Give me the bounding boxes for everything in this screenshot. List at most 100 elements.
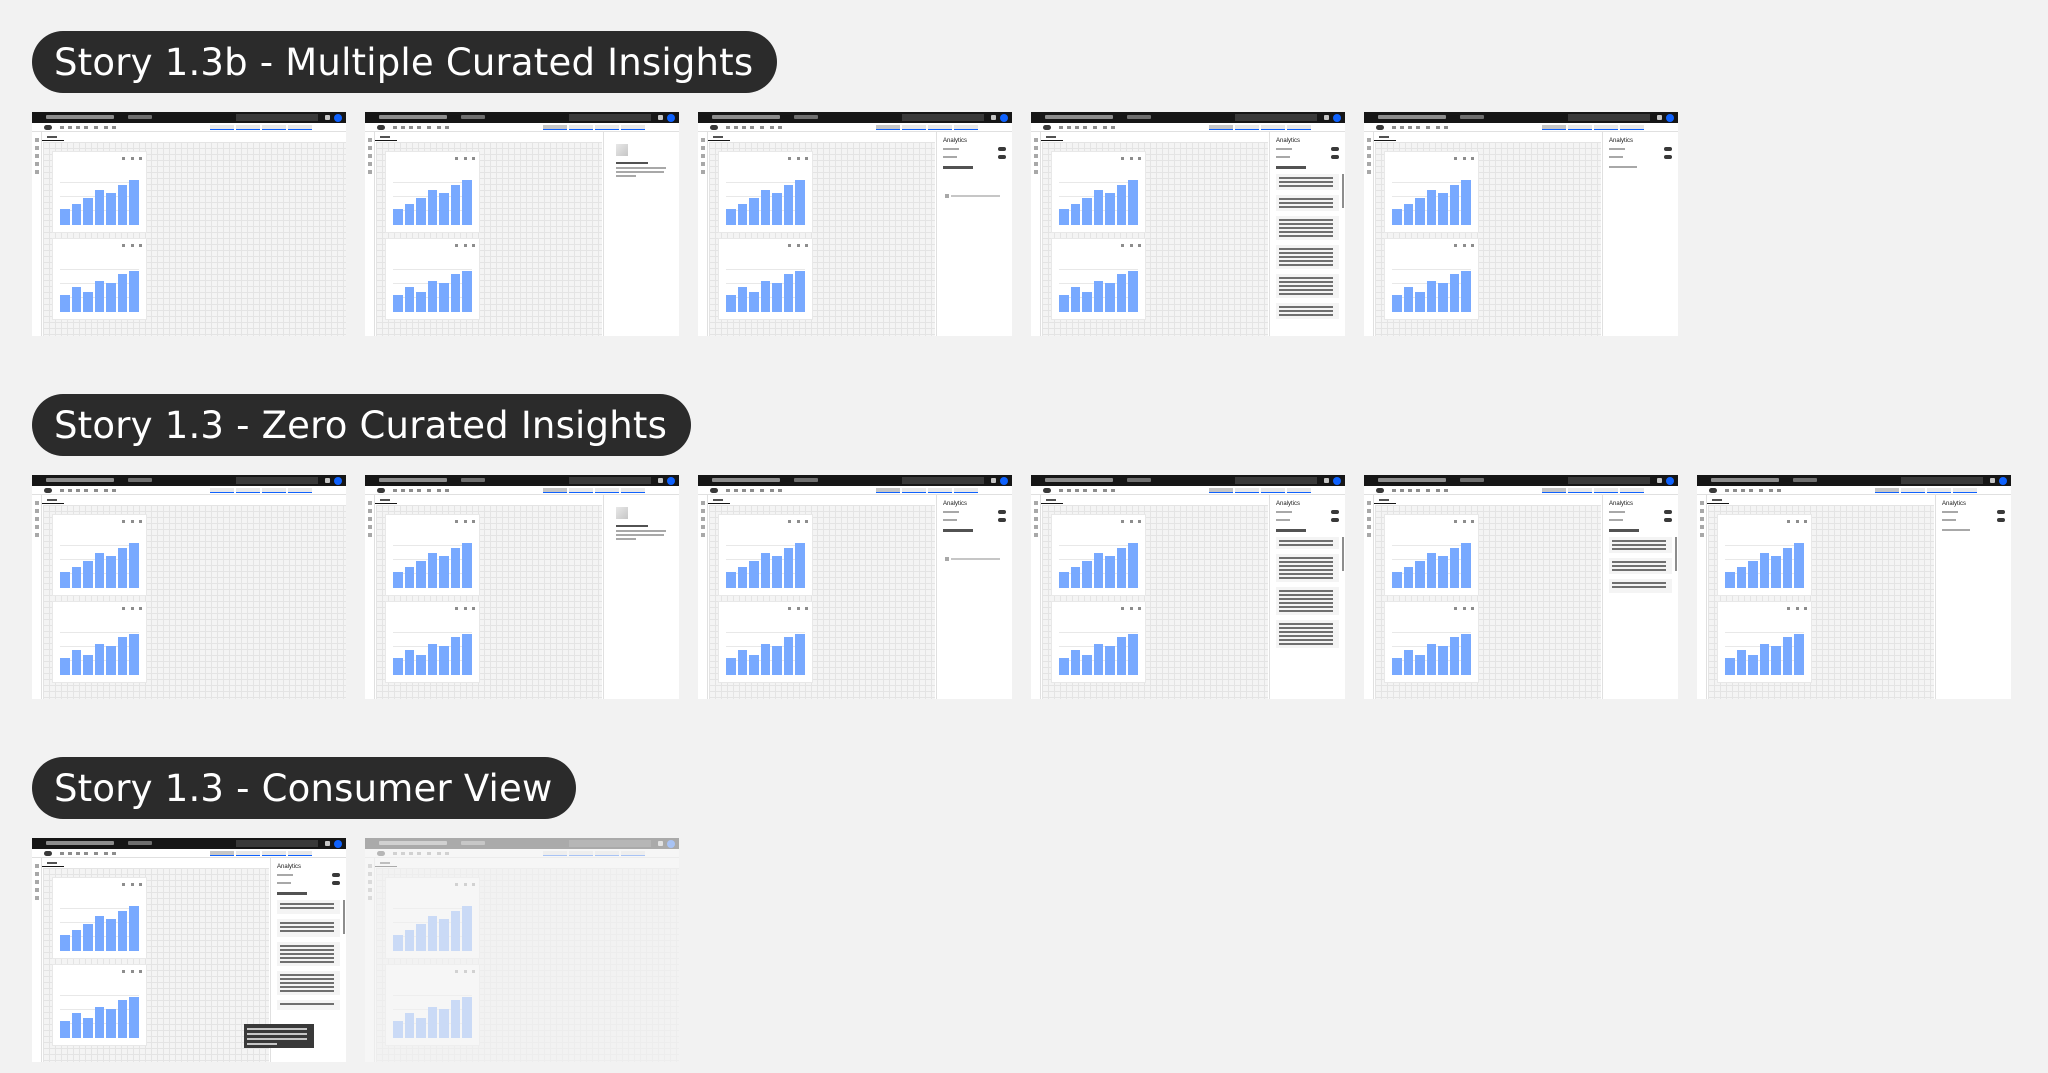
insight-card[interactable] (1276, 174, 1339, 190)
toolbar-tab[interactable] (595, 488, 619, 493)
rail-icon[interactable] (1367, 146, 1371, 150)
tool-icon[interactable] (1408, 126, 1412, 129)
rail-icon[interactable] (35, 896, 39, 900)
insight-card[interactable] (1276, 245, 1339, 269)
chart-widget[interactable] (1052, 515, 1145, 595)
edit-icon[interactable] (1121, 244, 1124, 247)
tab-1[interactable] (42, 496, 64, 504)
toolbar-tab[interactable] (210, 488, 234, 493)
overflow-menu-icon[interactable] (1471, 607, 1474, 610)
toolbar-tab[interactable] (1235, 125, 1259, 130)
rail-icon[interactable] (35, 525, 39, 529)
toolbar-tab[interactable] (210, 125, 234, 130)
overflow-menu-icon[interactable] (805, 520, 808, 523)
search-input[interactable] (236, 840, 318, 847)
edit-icon[interactable] (455, 520, 458, 523)
rail-icon[interactable] (701, 146, 705, 150)
edit-mode-toggle[interactable] (1376, 125, 1384, 130)
edit-icon[interactable] (788, 157, 791, 160)
rail-icon[interactable] (35, 880, 39, 884)
search-input[interactable] (569, 114, 651, 121)
rail-icon[interactable] (35, 146, 39, 150)
search-input[interactable] (569, 840, 651, 847)
toolbar-tab[interactable] (236, 125, 260, 130)
toolbar-tab[interactable] (1542, 125, 1566, 130)
edit-icon[interactable] (455, 970, 458, 973)
info-icon[interactable] (463, 883, 467, 886)
toolbar-tab[interactable] (262, 488, 286, 493)
toolbar-tab[interactable] (1261, 125, 1285, 130)
overflow-menu-icon[interactable] (805, 607, 808, 610)
tool-icon[interactable] (1416, 126, 1420, 129)
toolbar-tab[interactable] (1542, 488, 1566, 493)
tool-icon[interactable] (94, 126, 98, 129)
overflow-menu-icon[interactable] (139, 883, 142, 886)
dashboard-thumbnail[interactable] (365, 112, 679, 336)
overflow-menu-icon[interactable] (139, 607, 142, 610)
tool-icon[interactable] (770, 126, 774, 129)
rail-icon[interactable] (368, 501, 372, 505)
info-icon[interactable] (1795, 607, 1799, 610)
search-input[interactable] (1901, 477, 1983, 484)
overflow-menu-icon[interactable] (1138, 244, 1141, 247)
chart-widget[interactable] (53, 515, 146, 595)
panel-scrollbar[interactable] (1342, 537, 1344, 571)
dashboard-thumbnail[interactable]: Analytics (1364, 475, 1678, 699)
tool-icon[interactable] (1059, 126, 1063, 129)
tool-icon[interactable] (427, 489, 431, 492)
rail-icon[interactable] (35, 154, 39, 158)
chart-widget[interactable] (386, 515, 479, 595)
tool-icon[interactable] (1083, 126, 1087, 129)
edit-icon[interactable] (1121, 520, 1124, 523)
tab-1[interactable] (375, 496, 397, 504)
tool-icon[interactable] (750, 126, 754, 129)
toolbar-tab[interactable] (543, 125, 567, 130)
toolbar-tab[interactable] (1209, 488, 1233, 493)
setting-toggle[interactable] (1331, 147, 1339, 151)
info-icon[interactable] (796, 244, 800, 247)
edit-mode-toggle[interactable] (710, 125, 718, 130)
tool-icon[interactable] (1075, 126, 1079, 129)
chart-widget[interactable] (386, 602, 479, 682)
edit-mode-toggle[interactable] (44, 851, 52, 856)
info-icon[interactable] (130, 157, 134, 160)
overflow-menu-icon[interactable] (1138, 157, 1141, 160)
tool-icon[interactable] (60, 489, 64, 492)
edit-icon[interactable] (1454, 520, 1457, 523)
rail-icon[interactable] (1034, 138, 1038, 142)
setting-toggle[interactable] (1664, 155, 1672, 159)
rail-icon[interactable] (368, 138, 372, 142)
chart-widget[interactable] (1052, 152, 1145, 232)
rail-icon[interactable] (1367, 509, 1371, 513)
rail-icon[interactable] (1700, 525, 1704, 529)
chart-widget[interactable] (719, 152, 812, 232)
tab-1[interactable] (42, 133, 64, 141)
setting-toggle[interactable] (1664, 518, 1672, 522)
edit-mode-toggle[interactable] (1043, 488, 1051, 493)
edit-icon[interactable] (455, 883, 458, 886)
toolbar-tab[interactable] (1620, 488, 1644, 493)
rail-icon[interactable] (35, 509, 39, 513)
edit-mode-toggle[interactable] (377, 125, 385, 130)
setting-toggle[interactable] (998, 147, 1006, 151)
tool-icon[interactable] (1777, 489, 1781, 492)
info-icon[interactable] (130, 520, 134, 523)
chart-widget[interactable] (386, 152, 479, 232)
insight-card[interactable] (1276, 587, 1339, 615)
rail-icon[interactable] (1700, 509, 1704, 513)
edit-mode-toggle[interactable] (710, 488, 718, 493)
edit-mode-toggle[interactable] (1043, 125, 1051, 130)
toolbar-tab[interactable] (902, 125, 926, 130)
rail-icon[interactable] (368, 896, 372, 900)
overflow-menu-icon[interactable] (472, 244, 475, 247)
panel-scrollbar[interactable] (343, 900, 345, 934)
chart-widget[interactable] (386, 965, 479, 1045)
tab-1[interactable] (375, 133, 397, 141)
chart-widget[interactable] (53, 965, 146, 1045)
insight-card[interactable] (277, 900, 340, 914)
toolbar-tab[interactable] (902, 488, 926, 493)
chart-widget[interactable] (1385, 239, 1478, 319)
tool-icon[interactable] (84, 126, 88, 129)
tab-1[interactable] (1707, 496, 1729, 504)
toolbar-tab[interactable] (1594, 125, 1618, 130)
